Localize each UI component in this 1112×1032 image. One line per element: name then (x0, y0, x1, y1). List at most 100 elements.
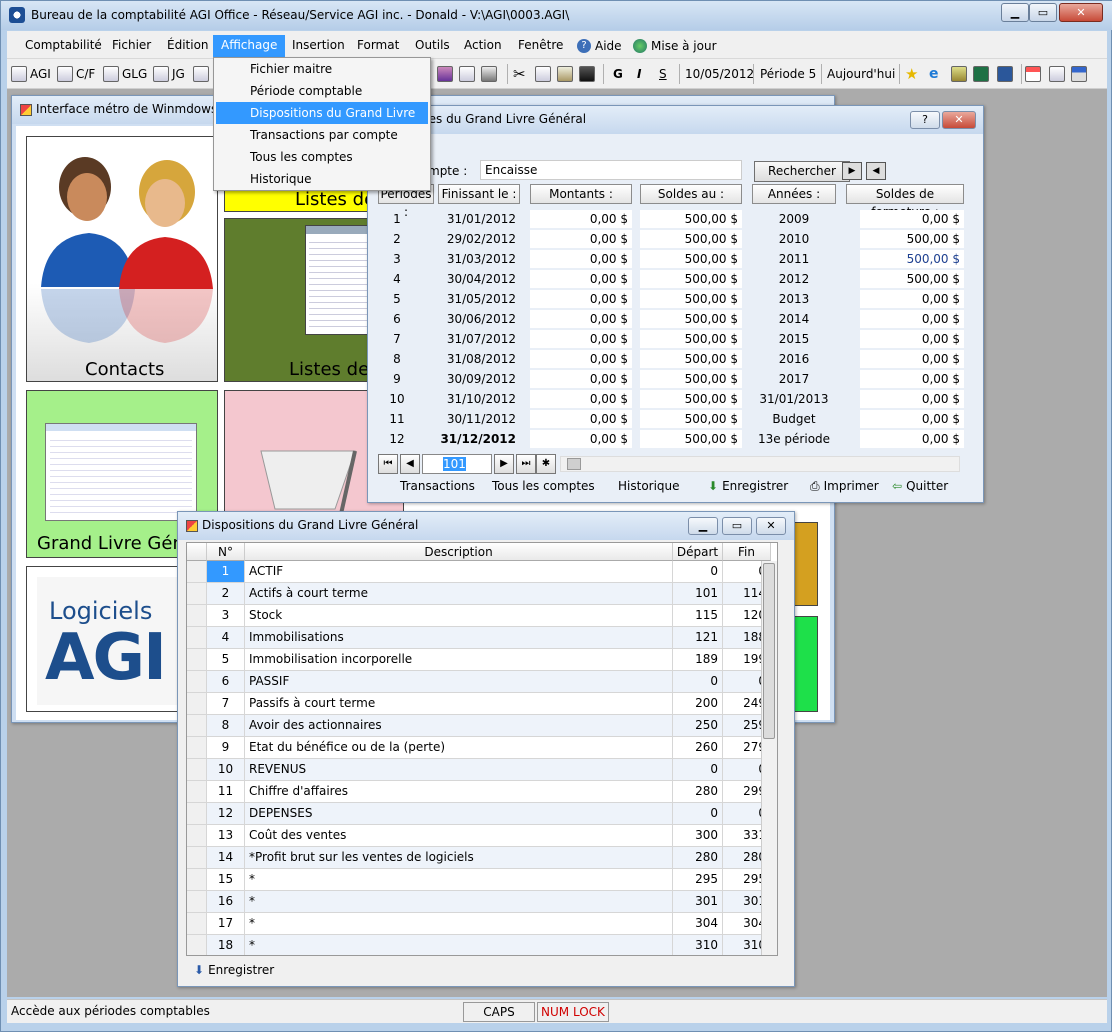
agi-button[interactable]: AGI (11, 63, 51, 85)
gl-record-input[interactable]: 101 (422, 454, 492, 474)
dispo-row[interactable]: 2 Actifs à court terme 101 114 (187, 583, 771, 605)
dd-dispositions-grand-livre[interactable]: Dispositions du Grand Livre (216, 102, 428, 124)
dd-tous-les-comptes[interactable]: Tous les comptes (216, 146, 428, 168)
dispo-row[interactable]: 9 Etat du bénéfice ou de la (perte) 260 279 (187, 737, 771, 759)
dd-transactions-par-compte[interactable]: Transactions par compte (216, 124, 428, 146)
dispo-row[interactable]: 7 Passifs à court terme 200 249 (187, 693, 771, 715)
dispo-maximize-button[interactable]: ▭ (722, 517, 752, 535)
today-button[interactable]: Aujourd'hui (827, 63, 895, 85)
dispo-row-header[interactable] (187, 561, 207, 582)
calendar-button[interactable] (1025, 63, 1041, 85)
gl-cell-montant[interactable]: 0,00 $ (530, 350, 632, 368)
bold-button[interactable]: G (613, 63, 623, 85)
gl-search-button[interactable]: Rechercher (754, 161, 850, 182)
dispo-row-header[interactable] (187, 605, 207, 626)
layout-button[interactable] (1071, 63, 1087, 85)
gl-cell-fermeture[interactable]: 500,00 $ (860, 230, 964, 248)
minimize-button[interactable]: ▁ (1001, 3, 1029, 22)
word-button[interactable] (997, 63, 1013, 85)
gl-cell-montant[interactable]: 0,00 $ (530, 330, 632, 348)
gl-new-record-button[interactable]: ✱ (536, 454, 556, 474)
italic-button[interactable]: I (637, 63, 641, 85)
gl-cell-solde[interactable]: 500,00 $ (640, 410, 742, 428)
toolbar-truncated-button[interactable] (193, 63, 209, 85)
gl-quitter-button[interactable]: ⇦ Quitter (892, 476, 948, 496)
gl-cell-fermeture[interactable]: 0,00 $ (860, 330, 964, 348)
dispo-vertical-scrollbar[interactable] (761, 561, 777, 955)
gl-cell-solde[interactable]: 500,00 $ (640, 210, 742, 228)
preview-button[interactable] (459, 63, 475, 85)
gl-cell-fermeture[interactable]: 0,00 $ (860, 390, 964, 408)
dispo-row[interactable]: 6PASSIF00 (187, 671, 771, 693)
dispo-row[interactable]: 16 * 301 301 (187, 891, 771, 913)
gl-cell-fermeture[interactable]: 0,00 $ (860, 350, 964, 368)
menu-outils[interactable]: Outils (407, 35, 458, 57)
dispo-row[interactable]: 12DEPENSES00 (187, 803, 771, 825)
gl-cell-fermeture[interactable]: 0,00 $ (860, 430, 964, 448)
gl-next-account-button[interactable]: ▶ (842, 162, 862, 180)
dispo-save-button[interactable]: ⬇ Enregistrer (194, 960, 274, 980)
gl-cell-montant[interactable]: 0,00 $ (530, 230, 632, 248)
dd-historique[interactable]: Historique (216, 168, 428, 190)
gl-cell-solde[interactable]: 500,00 $ (640, 330, 742, 348)
gl-cell-montant[interactable]: 0,00 $ (530, 310, 632, 328)
menu-affichage[interactable]: Affichage (213, 35, 286, 57)
favorites-button[interactable]: ★ (905, 63, 918, 85)
dispo-close-button[interactable]: ✕ (756, 517, 786, 535)
gl-cell-solde[interactable]: 500,00 $ (640, 230, 742, 248)
gl-cell-solde[interactable]: 500,00 $ (640, 430, 742, 448)
periode-display[interactable]: Période 5 (760, 63, 816, 85)
dispo-row[interactable]: 15 * 295 295 (187, 869, 771, 891)
gl-compte-input[interactable]: Encaisse (480, 160, 742, 180)
maximize-button[interactable]: ▭ (1029, 3, 1057, 22)
gl-historique-button[interactable]: Historique (618, 476, 680, 496)
dispo-row[interactable]: 8 Avoir des actionnaires 250 259 (187, 715, 771, 737)
gl-enregistrer-button[interactable]: ⬇ Enregistrer (708, 476, 788, 496)
gl-first-button[interactable]: ⏮ (378, 454, 398, 474)
dispo-row-header[interactable] (187, 759, 207, 780)
dispo-row[interactable]: 3 Stock 115 120 (187, 605, 771, 627)
gl-cell-solde[interactable]: 500,00 $ (640, 250, 742, 268)
dispo-row[interactable]: 11 Chiffre d'affaires 280 299 (187, 781, 771, 803)
dispo-row[interactable]: 10REVENUS00 (187, 759, 771, 781)
gl-cell-fermeture[interactable]: 500,00 $ (860, 250, 964, 268)
close-button[interactable]: ✕ (1059, 3, 1103, 22)
gl-prev-button[interactable]: ◀ (400, 454, 420, 474)
gl-cell-montant[interactable]: 0,00 $ (530, 210, 632, 228)
contacts-tile[interactable]: Contacts (26, 136, 218, 382)
dispo-row[interactable]: 13 Coût des ventes 300 331 (187, 825, 771, 847)
gl-cell-fermeture[interactable]: 0,00 $ (860, 370, 964, 388)
gl-help-button[interactable]: ? (910, 111, 940, 129)
dispo-row[interactable]: 18 * 310 310 (187, 935, 771, 955)
gl-cell-fermeture[interactable]: 500,00 $ (860, 270, 964, 288)
gl-last-button[interactable]: ⏭ (516, 454, 536, 474)
dispo-row-header[interactable] (187, 913, 207, 934)
underline-button[interactable]: S (659, 63, 667, 85)
gl-cell-fermeture[interactable]: 0,00 $ (860, 210, 964, 228)
gl-cell-solde[interactable]: 500,00 $ (640, 350, 742, 368)
gl-cell-montant[interactable]: 0,00 $ (530, 270, 632, 288)
gl-cell-montant[interactable]: 0,00 $ (530, 430, 632, 448)
dispo-row-header[interactable] (187, 803, 207, 824)
excel-button[interactable] (973, 63, 989, 85)
dispo-minimize-button[interactable]: ▁ (688, 517, 718, 535)
gl-transactions-button[interactable]: Transactions (400, 476, 475, 496)
window-button[interactable] (1049, 63, 1065, 85)
dispo-row[interactable]: 5 Immobilisation incorporelle 189 199 (187, 649, 771, 671)
menu-fichier[interactable]: Fichier (104, 35, 159, 57)
gl-cell-fermeture[interactable]: 0,00 $ (860, 290, 964, 308)
dispo-row-header[interactable] (187, 935, 207, 955)
gl-cell-montant[interactable]: 0,00 $ (530, 250, 632, 268)
dispo-row[interactable]: 4 Immobilisations 121 188 (187, 627, 771, 649)
dispo-row-header[interactable] (187, 693, 207, 714)
gl-cell-solde[interactable]: 500,00 $ (640, 390, 742, 408)
gl-cell-solde[interactable]: 500,00 $ (640, 310, 742, 328)
dispo-row-header[interactable] (187, 781, 207, 802)
gl-cell-solde[interactable]: 500,00 $ (640, 270, 742, 288)
dispo-row-header[interactable] (187, 891, 207, 912)
book-button[interactable] (437, 63, 453, 85)
gl-imprimer-button[interactable]: ⎙ Imprimer (810, 476, 879, 496)
gl-prev-account-button[interactable]: ◀ (866, 162, 886, 180)
paste-button[interactable] (557, 63, 573, 85)
menu-edition[interactable]: Édition (159, 35, 217, 57)
